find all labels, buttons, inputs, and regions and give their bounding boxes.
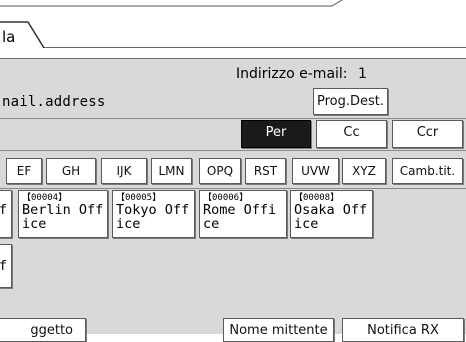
recipient-ccr-button[interactable]: Ccr [392,120,463,148]
recipient-per-button[interactable]: Per [241,120,311,148]
prog-dest-button[interactable]: Prog.Dest. [313,88,388,115]
index-tab-opq[interactable]: OPQ [199,158,241,184]
destination-name: f [0,259,7,273]
index-tab-ijk[interactable]: IJK [101,158,147,184]
destination-name: f [0,203,7,217]
index-tab-ef[interactable]: EF [6,158,42,184]
change-title-button[interactable]: Camb.tit. [392,158,463,184]
index-tab-lmn[interactable]: LMN [151,158,192,184]
destination-tile-berlin[interactable]: 【00004】 Berlin Office [18,190,108,238]
destination-tile[interactable]: f [0,244,12,288]
index-tab-rst[interactable]: RST [245,158,286,184]
recipient-cc-button[interactable]: Cc [316,120,387,148]
email-count-label: Indirizzo e-mail: [236,66,348,82]
destination-name: Osaka Office [294,202,368,232]
destination-tile-rome[interactable]: 【00006】 Rome Office [199,190,287,238]
index-tab-gh[interactable]: GH [46,158,96,184]
tab-outline [0,0,466,48]
destination-name: Berlin Office [22,202,104,232]
index-tab-xyz[interactable]: XYZ [342,158,386,184]
divider [0,150,466,151]
subject-button[interactable]: ggetto [0,318,86,342]
divider [0,118,466,119]
destination-name: Rome Office [203,202,277,232]
destination-tile-osaka[interactable]: 【00008】 Osaka Office [290,190,373,238]
email-address-field[interactable]: nail.address [2,94,106,110]
destination-tile-tokyo[interactable]: 【00005】 Tokyo Office [112,190,195,238]
rx-notice-button[interactable]: Notifica RX [342,318,464,342]
sender-name-button[interactable]: Nome mittente [223,318,334,342]
tab-active-label[interactable]: la [2,28,15,46]
index-tab-uvw[interactable]: UVW [292,158,339,184]
email-count-value: 1 [358,66,367,82]
destination-name: Tokyo Office [116,202,190,232]
divider [0,188,466,189]
destination-tile[interactable]: f [0,190,12,238]
